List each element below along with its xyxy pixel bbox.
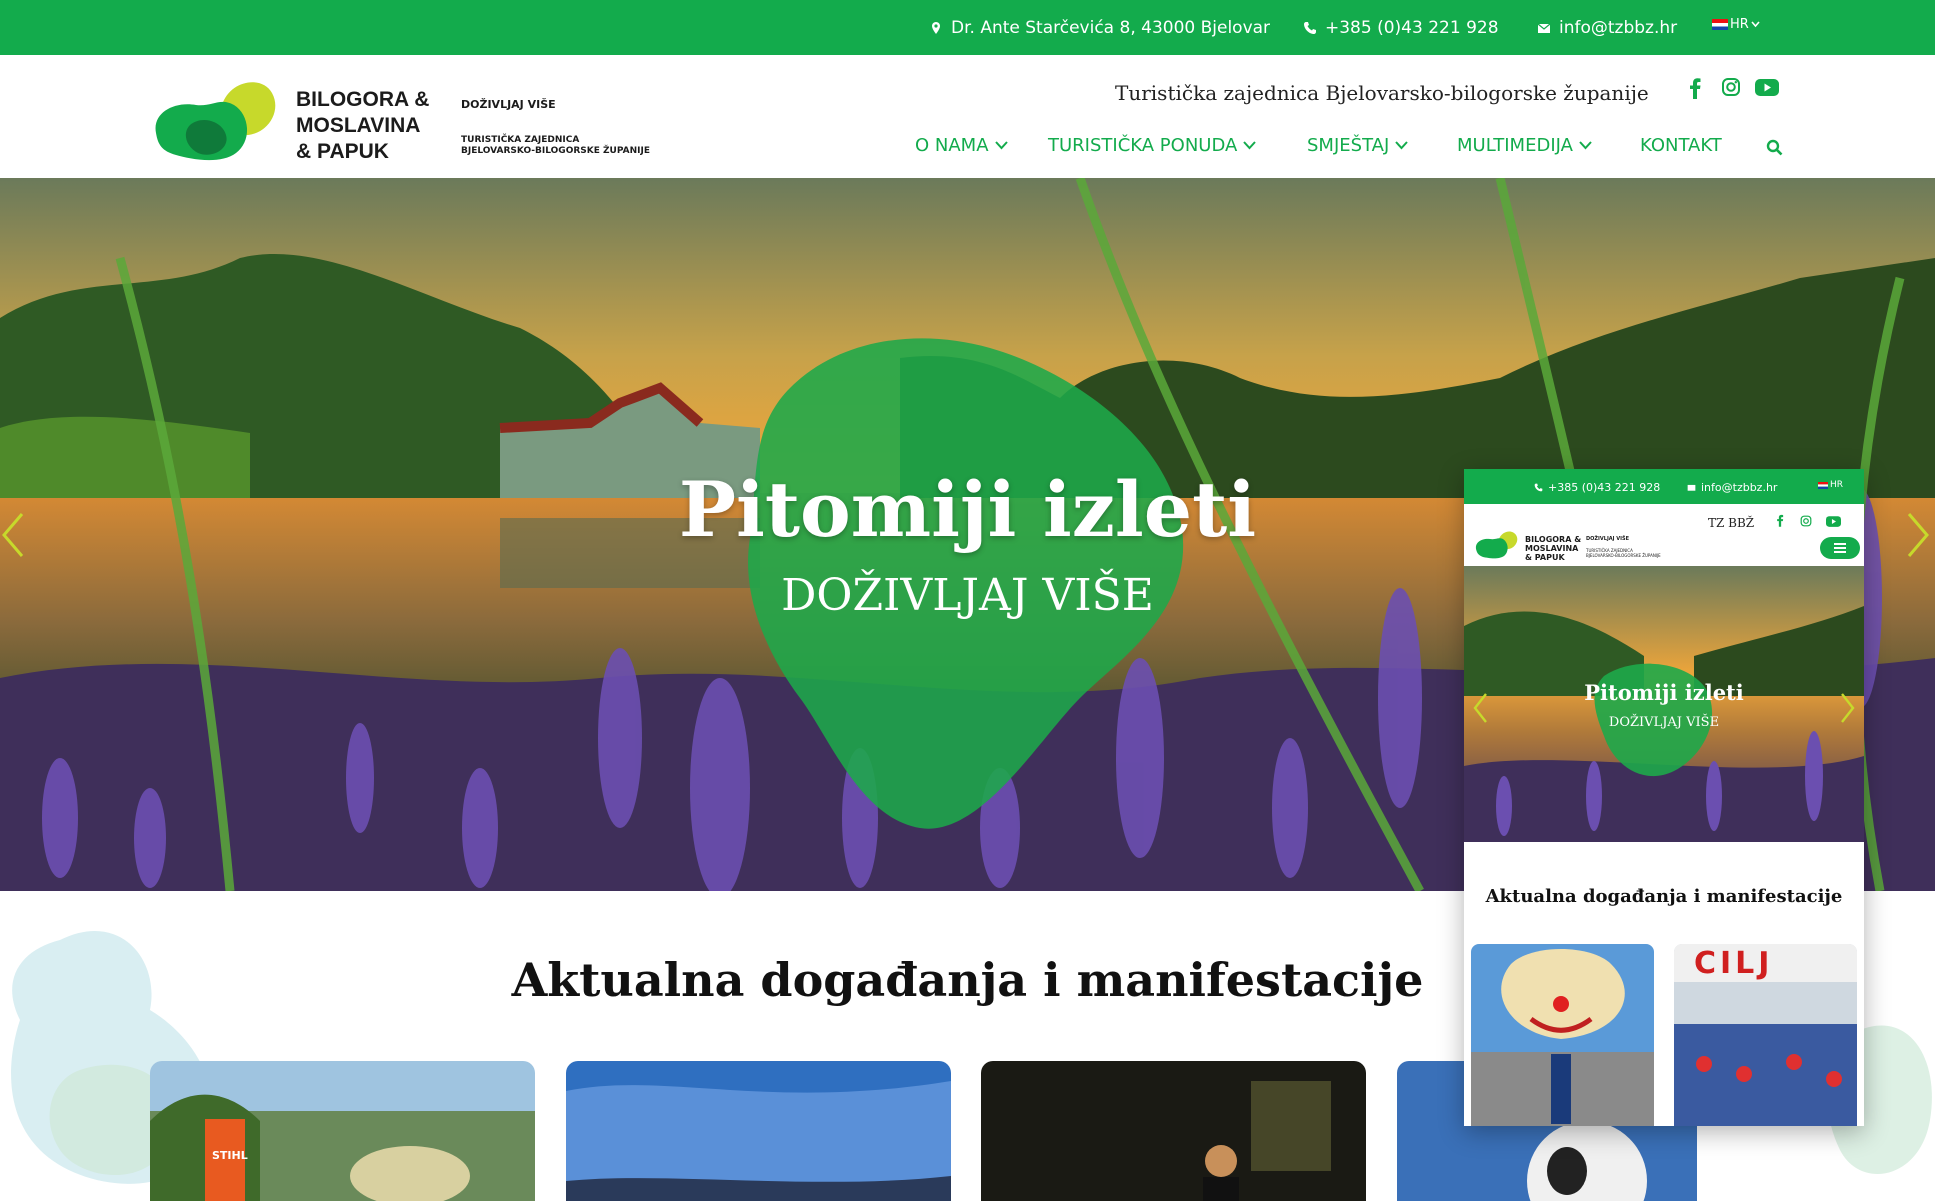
nav-item-turisticka-ponuda[interactable]: TURISTIČKA PONUDA [1048,135,1257,156]
mobile-event-card[interactable] [1471,944,1654,1126]
event-card[interactable] [566,1061,951,1201]
mobile-top-bar: +385 (0)43 221 928 info@tzbbz.hr HR [1464,469,1864,504]
mobile-preview: +385 (0)43 221 928 info@tzbbz.hr HR TZ B… [1464,469,1864,1126]
event-card[interactable] [981,1061,1366,1201]
location-pin-icon [932,22,940,34]
org-small-line-2: BJELOVARSKO-BILOGORSKE ŽUPANIJE [461,146,650,156]
brand-line-2: MOSLAVINA [296,114,421,137]
event-card-image [566,1061,951,1201]
mobile-org-small: TURISTIČKA ZAJEDNICA BJELOVARSKO-BILOGOR… [1586,548,1661,558]
nav-item-smjestaj[interactable]: SMJEŠTAJ [1307,135,1409,156]
brand-line-3: & PAPUK [296,140,389,163]
brand-name: BILOGORA & MOSLAVINA & PAPUK [296,87,429,165]
instagram-icon[interactable] [1721,77,1741,97]
mobile-org-small-line-2: BJELOVARSKO-BILOGORSKE ŽUPANIJE [1586,553,1661,558]
mobile-phone-link[interactable]: +385 (0)43 221 928 [1534,481,1660,494]
mobile-hero-slider: Pitomiji izleti DOŽIVLJAJ VIŠE [1464,566,1864,842]
nav-item-o-nama[interactable]: O NAMA [915,135,1008,156]
chevron-down-icon [994,141,1008,150]
org-title: Turistička zajednica Bjelovarsko-bilogor… [1115,81,1649,105]
nav-label: O NAMA [915,135,989,156]
phone-link[interactable]: +385 (0)43 221 928 [1303,18,1499,38]
chevron-down-icon [1243,141,1257,150]
mobile-brand-line-1: BILOGORA & [1525,535,1582,544]
mobile-email-text: info@tzbbz.hr [1701,481,1778,494]
chevron-down-icon [1395,141,1409,150]
nav-label: KONTAKT [1640,135,1722,156]
language-label: HR [1730,17,1749,32]
logo-org-name: TURISTIČKA ZAJEDNICA BJELOVARSKO-BILOGOR… [461,135,661,157]
search-icon[interactable] [1766,139,1783,156]
top-contact-bar: Dr. Ante Starčevića 8, 43000 Bjelovar +3… [0,0,1935,55]
chevron-down-icon [1751,21,1760,28]
envelope-icon [1537,23,1551,33]
mobile-org-short: TZ BBŽ [1708,516,1755,530]
mobile-brand-line-2: MOSLAVINA [1525,544,1579,553]
address-link[interactable]: Dr. Ante Starčevića 8, 43000 Bjelovar [929,18,1270,38]
email-link[interactable]: info@tzbbz.hr [1537,18,1677,38]
nav-item-multimedija[interactable]: MULTIMEDIJA [1457,135,1592,156]
envelope-icon [1687,484,1696,491]
nav-item-kontakt[interactable]: KONTAKT [1640,135,1722,156]
facebook-icon[interactable] [1688,77,1702,99]
nav-label: TURISTIČKA PONUDA [1048,135,1238,156]
hamburger-menu-icon [1834,543,1846,553]
mobile-brand: BILOGORA & MOSLAVINA & PAPUK [1525,535,1581,562]
mobile-next-arrow-icon[interactable] [1840,692,1856,724]
event-card-image [981,1061,1366,1201]
mobile-hero-subtitle: DOŽIVLJAJ VIŠE [1608,715,1720,730]
language-switcher[interactable]: HR [1712,17,1760,32]
mobile-events-title: Aktualna događanja i manifestacije [1485,886,1843,907]
chevron-down-icon [1579,141,1592,150]
mobile-phone-text: +385 (0)43 221 928 [1548,481,1661,494]
site-logo[interactable] [150,75,290,165]
mobile-event-card[interactable]: CILJ [1674,944,1857,1126]
card-banner-text: STIHL [212,1149,248,1162]
nav-label: MULTIMEDIJA [1457,135,1573,156]
mobile-email-link[interactable]: info@tzbbz.hr [1687,481,1777,494]
event-card[interactable]: STIHL [150,1061,535,1201]
site-header: BILOGORA & MOSLAVINA & PAPUK DOŽIVLJAJ V… [0,55,1935,178]
mobile-prev-arrow-icon[interactable] [1472,692,1488,724]
slider-next-arrow-icon[interactable] [1905,510,1931,560]
nav-label: SMJEŠTAJ [1307,135,1390,156]
mobile-menu-button[interactable] [1820,537,1860,559]
brand-line-1: BILOGORA & [296,88,430,111]
mobile-hero-title: Pitomiji izleti [1584,680,1744,705]
phone-icon [1534,483,1543,492]
phone-text: +385 (0)43 221 928 [1325,18,1499,38]
email-text: info@tzbbz.hr [1559,18,1678,38]
address-text: Dr. Ante Starčevića 8, 43000 Bjelovar [951,18,1271,38]
mobile-event-card-image [1471,944,1654,1126]
mobile-language-label: HR [1830,480,1844,490]
mobile-language-switcher[interactable]: HR [1818,480,1843,490]
facebook-icon[interactable] [1776,514,1784,527]
mobile-logo-icon[interactable] [1474,529,1522,559]
logo-mark-icon [155,82,276,161]
phone-icon [1304,22,1316,34]
youtube-icon[interactable] [1826,516,1841,527]
instagram-icon[interactable] [1800,515,1812,527]
card-sign-text: CILJ [1694,946,1774,981]
mobile-brand-line-3: & PAPUK [1525,553,1565,562]
event-card-image [150,1061,535,1201]
mobile-tagline: DOŽIVLJAJ VIŠE [1586,536,1630,542]
croatia-flag-icon [1818,481,1828,489]
org-small-line-1: TURISTIČKA ZAJEDNICA [461,135,580,145]
croatia-flag-icon [1712,19,1728,30]
slider-prev-arrow-icon[interactable] [0,510,26,560]
logo-tagline: DOŽIVLJAJ VIŠE [461,98,556,111]
youtube-icon[interactable] [1755,79,1779,96]
